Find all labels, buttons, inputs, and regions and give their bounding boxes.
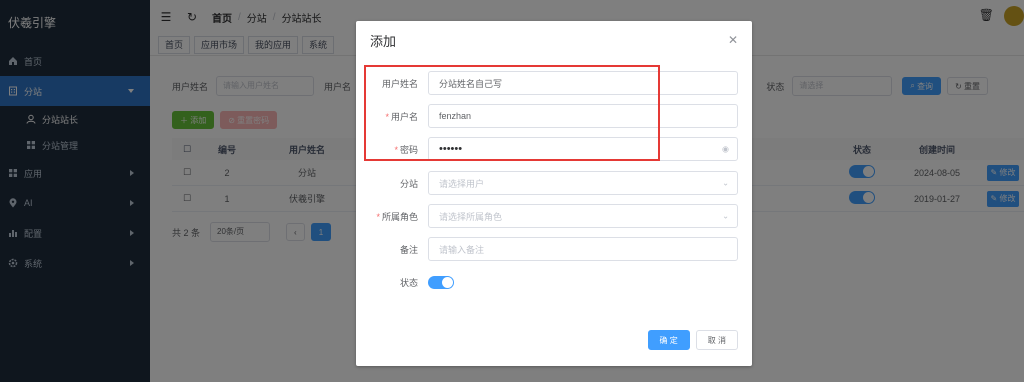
highlight-box — [364, 65, 660, 161]
branch-label: 分站 — [399, 178, 418, 189]
cancel-button[interactable]: 取 消 — [695, 330, 738, 350]
role-placeholder: 请选择所属角色 — [439, 211, 503, 222]
required-mark: * — [376, 211, 380, 222]
form-row-status: 状态 — [356, 270, 752, 294]
status-toggle[interactable] — [428, 275, 454, 289]
form-row-role: * 所属角色 请选择所属角色 ⌄ — [356, 204, 752, 228]
branch-placeholder: 请选择用户 — [439, 178, 485, 189]
dialog-footer: 确 定 取 消 — [642, 330, 738, 350]
remark-label: 备注 — [399, 244, 418, 255]
branch-select[interactable]: 请选择用户 ⌄ — [428, 171, 738, 195]
close-icon[interactable]: ✕ — [728, 33, 738, 47]
dialog-title: 添加 — [370, 34, 397, 49]
chevron-down-icon: ⌄ — [722, 178, 729, 188]
role-label-text: 所属角色 — [381, 211, 418, 222]
remark-input[interactable]: 请输入备注 — [428, 237, 738, 261]
chevron-down-icon: ⌄ — [722, 211, 729, 221]
confirm-button[interactable]: 确 定 — [647, 330, 690, 350]
role-select[interactable]: 请选择所属角色 ⌄ — [428, 204, 738, 228]
eye-icon[interactable]: ◉ — [722, 145, 729, 154]
status-label: 状态 — [399, 277, 418, 288]
form-row-branch: 分站 请选择用户 ⌄ — [356, 171, 752, 195]
form-row-remark: 备注 请输入备注 — [356, 237, 752, 261]
role-label: * 所属角色 — [356, 210, 424, 223]
